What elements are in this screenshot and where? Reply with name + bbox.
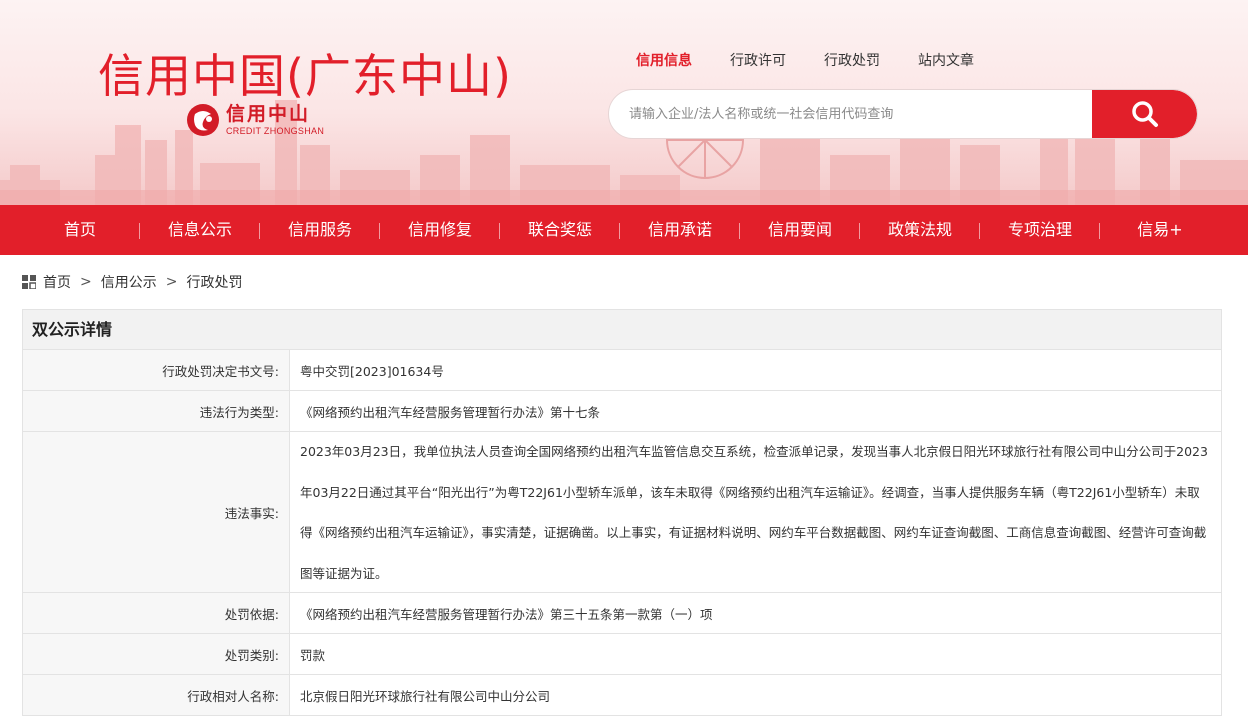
- credit-zhongshan-logo-icon: [187, 104, 219, 136]
- nav-item-label: 信易+: [1137, 220, 1183, 239]
- breadcrumb-separator: >: [165, 274, 178, 290]
- search-input[interactable]: [609, 90, 1092, 138]
- row-value: 2023年03月23日，我单位执法人员查询全国网络预约出租汽车监管信息交互系统，…: [300, 444, 1208, 581]
- nav-item-xinyi-plus[interactable]: 信易+: [1100, 205, 1220, 255]
- site-logo[interactable]: 信用中山 CREDIT ZHONGSHAN: [186, 103, 324, 137]
- nav-item-label: 专项治理: [1007, 220, 1072, 239]
- row-value: 罚款: [300, 647, 326, 663]
- nav-item-credit-commitment[interactable]: 信用承诺: [620, 205, 740, 255]
- header-banner: 信用中国(广东中山) 信用中山 CREDIT ZHONGSHAN 信用信息 行政…: [0, 0, 1248, 205]
- logo-english-text: CREDIT ZHONGSHAN: [226, 125, 325, 136]
- detail-row-penalty-category: 处罚类别: 罚款: [23, 634, 1221, 675]
- detail-row-violation-type: 违法行为类型: 《网络预约出租汽车经营服务管理暂行办法》第十七条: [23, 391, 1221, 432]
- nav-item-policies[interactable]: 政策法规: [860, 205, 980, 255]
- tab-site-articles[interactable]: 站内文章: [918, 50, 974, 70]
- breadcrumb-home[interactable]: 首页: [43, 272, 71, 292]
- nav-item-home[interactable]: 首页: [20, 205, 140, 255]
- row-value: 《网络预约出租汽车经营服务管理暂行办法》第十七条: [300, 404, 601, 420]
- breadcrumb-credit-disclosure[interactable]: 信用公示: [101, 272, 157, 292]
- logo-chinese-text: 信用中山: [226, 102, 311, 125]
- search-icon: [1131, 101, 1158, 127]
- detail-row-violation-facts: 违法事实: 2023年03月23日，我单位执法人员查询全国网络预约出租汽车监管信…: [23, 432, 1221, 593]
- nav-item-label: 信用修复: [407, 220, 472, 239]
- nav-item-info-disclosure[interactable]: 信息公示: [140, 205, 260, 255]
- nav-item-joint-reward-punish[interactable]: 联合奖惩: [500, 205, 620, 255]
- tab-admin-license[interactable]: 行政许可: [730, 50, 786, 70]
- row-label: 处罚依据:: [23, 593, 290, 633]
- search-category-tabs: 信用信息 行政许可 行政处罚 站内文章: [636, 50, 1012, 70]
- nav-item-label: 信用要闻: [767, 220, 832, 239]
- nav-item-credit-news[interactable]: 信用要闻: [740, 205, 860, 255]
- site-title: 信用中国(广东中山): [98, 49, 512, 103]
- breadcrumb-separator: >: [80, 274, 92, 290]
- row-label: 违法事实:: [23, 432, 290, 592]
- tab-admin-penalty[interactable]: 行政处罚: [824, 50, 880, 70]
- row-value: 粤中交罚[2023]01634号: [300, 363, 444, 379]
- detail-row-counterparty-name: 行政相对人名称: 北京假日阳光环球旅行社有限公司中山分公司: [23, 675, 1221, 716]
- nav-item-label: 政策法规: [887, 220, 952, 239]
- nav-item-credit-repair[interactable]: 信用修复: [380, 205, 500, 255]
- tab-credit-info[interactable]: 信用信息: [636, 50, 692, 70]
- detail-panel: 双公示详情 行政处罚决定书文号: 粤中交罚[2023]01634号 违法行为类型…: [22, 309, 1222, 716]
- row-label: 行政相对人名称:: [23, 675, 290, 715]
- detail-row-decision-number: 行政处罚决定书文号: 粤中交罚[2023]01634号: [23, 350, 1221, 391]
- search-button[interactable]: [1092, 90, 1197, 138]
- main-nav: 首页 信息公示 信用服务 信用修复 联合奖惩 信用承诺 信用要闻 政策法规 专项…: [0, 205, 1248, 255]
- nav-item-label: 首页: [63, 220, 96, 239]
- nav-item-label: 信用承诺: [647, 220, 712, 239]
- nav-item-credit-service[interactable]: 信用服务: [260, 205, 380, 255]
- row-value-container: 2023年03月23日，我单位执法人员查询全国网络预约出租汽车监管信息交互系统，…: [290, 432, 1221, 592]
- row-label: 处罚类别:: [23, 634, 290, 674]
- row-label: 行政处罚决定书文号:: [23, 350, 290, 390]
- nav-item-label: 联合奖惩: [527, 220, 592, 239]
- search-box: [608, 89, 1198, 139]
- detail-title: 双公示详情: [23, 310, 1221, 350]
- row-label: 违法行为类型:: [23, 391, 290, 431]
- row-value: 《网络预约出租汽车经营服务管理暂行办法》第三十五条第一款第（一）项: [300, 606, 713, 622]
- nav-item-label: 信用服务: [287, 220, 352, 239]
- detail-row-penalty-basis: 处罚依据: 《网络预约出租汽车经营服务管理暂行办法》第三十五条第一款第（一）项: [23, 593, 1221, 634]
- nav-item-label: 信息公示: [167, 220, 232, 239]
- breadcrumb-admin-penalty[interactable]: 行政处罚: [186, 272, 242, 292]
- grid-icon: [22, 275, 36, 289]
- nav-item-special-governance[interactable]: 专项治理: [980, 205, 1100, 255]
- row-value: 北京假日阳光环球旅行社有限公司中山分公司: [300, 688, 551, 704]
- breadcrumb: 首页 > 信用公示 > 行政处罚: [22, 272, 242, 292]
